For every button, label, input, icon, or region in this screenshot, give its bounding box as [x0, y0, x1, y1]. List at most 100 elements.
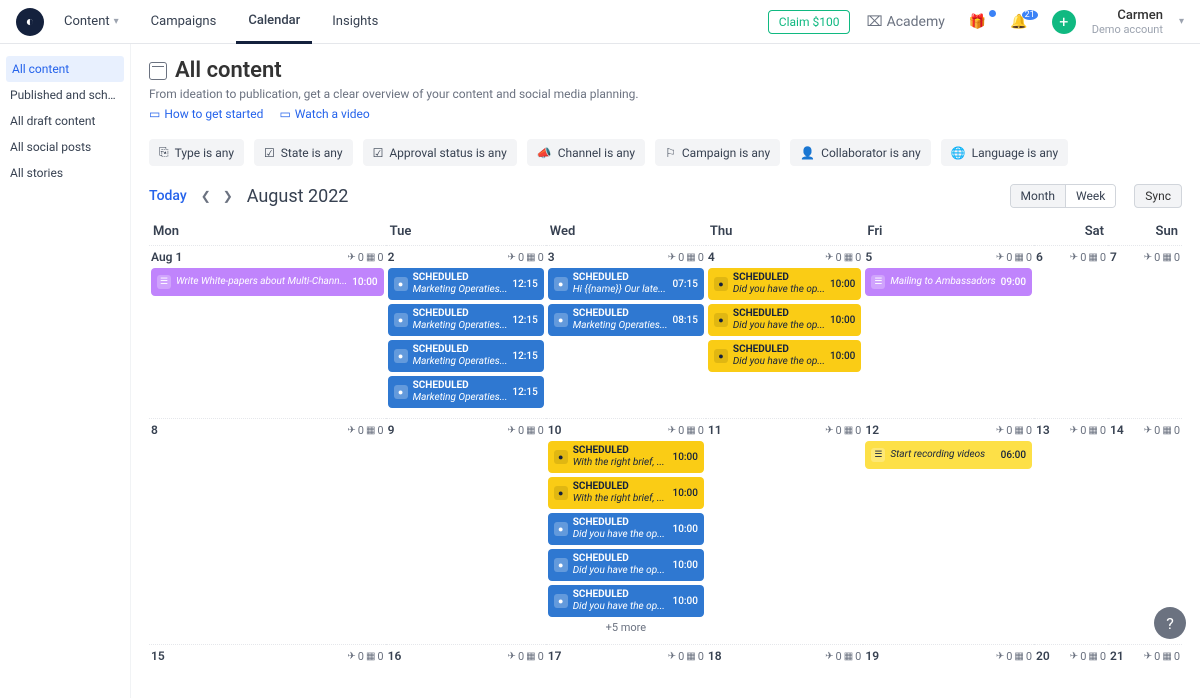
nav-calendar[interactable]: Calendar [236, 0, 312, 44]
day-cell[interactable]: Aug 1✈0 ▦0☰Write White-papers about Mult… [149, 245, 386, 418]
day-cell[interactable]: 13✈0 ▦0 [1034, 418, 1108, 644]
event-card[interactable]: ●SCHEDULEDWith the right brief, ...10:00 [548, 441, 704, 473]
channel-icon: ● [394, 349, 408, 363]
calendar-small-icon: ▦ [526, 651, 535, 662]
send-icon: ✈ [508, 252, 516, 263]
day-cell[interactable]: 18✈0 ▦0 [706, 644, 863, 684]
chevron-down-icon: ▾ [1179, 16, 1184, 27]
filter-pill[interactable]: ⚐Campaign is any [655, 139, 780, 166]
prev-month-button[interactable]: ❮ [197, 187, 215, 205]
claim-button[interactable]: Claim $100 [768, 10, 851, 34]
send-icon: ✈ [996, 651, 1004, 662]
nav-insights[interactable]: Insights [320, 0, 390, 44]
brand-logo[interactable]: ◐ [16, 8, 44, 36]
day-cell[interactable]: 2✈0 ▦0●SCHEDULEDMarketing Operaties...12… [386, 245, 546, 418]
sidebar-item[interactable]: All social posts [0, 134, 130, 160]
view-week[interactable]: Week [1065, 185, 1115, 207]
send-icon: ✈ [996, 252, 1004, 263]
day-stats: ✈0 ▦0 [1070, 650, 1106, 663]
event-card[interactable]: ●SCHEDULEDMarketing Operaties...08:15 [548, 304, 704, 336]
filter-icon: ⚐ [665, 146, 676, 160]
event-card[interactable]: ●SCHEDULEDMarketing Operaties...12:15 [388, 340, 544, 372]
day-cell[interactable]: 6✈0 ▦0 [1034, 245, 1108, 418]
event-card[interactable]: ●SCHEDULEDDid you have the op...10:00 [548, 513, 704, 545]
event-card[interactable]: ●SCHEDULEDDid you have the op...10:00 [708, 268, 861, 300]
view-month[interactable]: Month [1011, 185, 1065, 207]
day-cell[interactable]: 3✈0 ▦0●SCHEDULEDHi {{name}} Our late...0… [546, 245, 706, 418]
bell-icon[interactable]: 🔔21 [1002, 14, 1035, 30]
sync-button[interactable]: Sync [1134, 184, 1182, 208]
event-card[interactable]: ●SCHEDULEDMarketing Operaties...12:15 [388, 268, 544, 300]
send-icon: ✈ [668, 651, 676, 662]
day-cell[interactable]: 8✈0 ▦0 [149, 418, 386, 644]
day-cell[interactable]: 12✈0 ▦0☰Start recording videos06:00 [863, 418, 1034, 644]
sidebar-item[interactable]: All draft content [0, 108, 130, 134]
event-card[interactable]: ●SCHEDULEDDid you have the op...10:00 [708, 304, 861, 336]
calendar-small-icon: ▦ [366, 425, 375, 436]
create-button[interactable]: + [1052, 10, 1076, 34]
academy-link[interactable]: ⌧Academy [858, 14, 952, 30]
event-card[interactable]: ●SCHEDULEDDid you have the op...10:00 [548, 549, 704, 581]
user-subtitle: Demo account [1092, 23, 1163, 36]
nav-campaigns[interactable]: Campaigns [139, 0, 229, 44]
event-card[interactable]: ●SCHEDULEDHi {{name}} Our late...07:15 [548, 268, 704, 300]
user-menu[interactable]: Carmen Demo account [1092, 8, 1171, 36]
task-card[interactable]: ☰Start recording videos06:00 [865, 441, 1032, 469]
show-more[interactable]: +5 more [548, 621, 704, 634]
nav-content[interactable]: Content▾ [52, 0, 131, 44]
day-of-week-header: Mon [149, 218, 386, 245]
calendar-small-icon: ▦ [844, 252, 853, 263]
sidebar-item[interactable]: Published and schedul… [0, 82, 130, 108]
next-month-button[interactable]: ❯ [219, 187, 237, 205]
day-cell[interactable]: 10✈0 ▦0●SCHEDULEDWith the right brief, .… [546, 418, 706, 644]
day-cell[interactable]: 9 ✈0 ▦0 [386, 418, 546, 644]
day-number: 21 [1110, 649, 1124, 663]
channel-icon: ● [554, 558, 568, 572]
day-stats: ✈0 ▦0 [996, 650, 1032, 663]
task-card[interactable]: ☰Mailing to Ambassadors09:00 [865, 268, 1032, 296]
filter-pill[interactable]: 🌐Language is any [941, 139, 1068, 166]
event-card[interactable]: ●SCHEDULEDMarketing Operaties...12:15 [388, 304, 544, 336]
day-number: 9 [388, 423, 395, 437]
day-cell[interactable]: 4✈0 ▦0●SCHEDULEDDid you have the op...10… [706, 245, 863, 418]
event-card[interactable]: ●SCHEDULEDDid you have the op...10:00 [548, 585, 704, 617]
card-time: 10:00 [673, 560, 698, 571]
filter-icon: ☑ [264, 146, 275, 160]
day-stats: ✈0 ▦0 [508, 424, 544, 437]
today-button[interactable]: Today [149, 188, 187, 204]
event-card[interactable]: ●SCHEDULEDWith the right brief, ...10:00 [548, 477, 704, 509]
filter-pill[interactable]: 👤Collaborator is any [790, 139, 931, 166]
filter-pill[interactable]: ⎘Type is any [149, 139, 244, 166]
card-time: 12:15 [512, 387, 537, 398]
help-how-to[interactable]: ▭How to get started [149, 107, 263, 121]
day-cell[interactable]: 19✈0 ▦0 [863, 644, 1034, 684]
task-card[interactable]: ☰Write White-papers about Multi-Chann...… [151, 268, 384, 296]
event-card[interactable]: ●SCHEDULEDMarketing Operaties...12:15 [388, 376, 544, 408]
help-watch-video[interactable]: ▭Watch a video [279, 107, 369, 121]
day-cell[interactable]: 17✈0 ▦0 [546, 644, 706, 684]
day-cell[interactable]: 20 ✈0 ▦0 [1034, 644, 1108, 684]
filter-bar: ⎘Type is any ☑State is any ☑Approval statu… [149, 139, 1182, 166]
event-card[interactable]: ●SCHEDULEDDid you have the op...10:00 [708, 340, 861, 372]
day-cell[interactable]: 11✈0 ▦0 [706, 418, 863, 644]
day-cell[interactable]: 5✈0 ▦0☰Mailing to Ambassadors09:00 [863, 245, 1034, 418]
day-of-week-header: Thu [706, 218, 863, 245]
sidebar-item[interactable]: All stories [0, 160, 130, 186]
day-cell[interactable]: 15✈0 ▦0 [149, 644, 386, 684]
day-cell[interactable]: 16✈0 ▦0 [386, 644, 546, 684]
day-cell[interactable]: 21✈0 ▦0 [1108, 644, 1182, 684]
filter-pill[interactable]: ☑Approval status is any [363, 139, 517, 166]
filter-icon: 👤 [800, 146, 815, 160]
day-number: 16 [388, 649, 402, 663]
sidebar-item[interactable]: All content [6, 56, 124, 82]
day-number: 20 [1036, 649, 1050, 663]
filter-pill[interactable]: ☑State is any [254, 139, 353, 166]
day-cell[interactable]: 7✈0 ▦0 [1108, 245, 1182, 418]
page-title: All content [175, 58, 282, 83]
filter-pill[interactable]: 📣Channel is any [527, 139, 645, 166]
gift-icon[interactable]: 🎁 [961, 14, 994, 30]
calendar-small-icon: ▦ [686, 425, 695, 436]
help-fab[interactable]: ? [1154, 607, 1186, 639]
day-number: Aug 1 [151, 250, 182, 264]
send-icon: ✈ [1070, 252, 1078, 263]
